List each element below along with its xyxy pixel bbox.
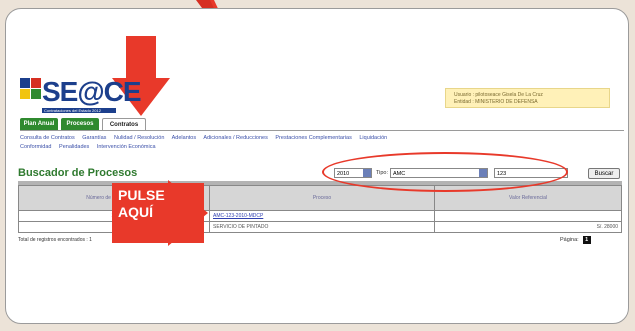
page-number[interactable]: 1: [582, 236, 591, 244]
process-link[interactable]: AMC-123-2010-MDCP: [209, 210, 435, 222]
annotation-oval: [322, 152, 568, 192]
callout-line-1: PULSE: [118, 187, 165, 203]
menu-conformidad[interactable]: Conformidad: [20, 144, 52, 150]
menu-adicionales[interactable]: Adicionales / Reducciones: [203, 135, 268, 141]
table-row: 1x AMC-123-2010-MDCP: [18, 210, 622, 222]
callout-arrow-right: [168, 180, 208, 246]
menu-prestaciones[interactable]: Prestaciones Complementarias: [275, 135, 351, 141]
menu-garantias[interactable]: Garantías: [82, 135, 106, 141]
cell-valor: S/. 28000: [434, 221, 622, 233]
cell-valor: [434, 210, 622, 222]
menu-penalidades[interactable]: Penalidades: [59, 144, 89, 150]
menu-adelantos[interactable]: Adelantos: [172, 135, 196, 141]
entity-line: Entidad : MINISTERIO DE DEFENSA: [454, 99, 538, 105]
callout-text: PULSE AQUÍ: [118, 187, 165, 221]
logo-flag-icon: [20, 78, 41, 99]
submenu: Consulta de Contratos Garantías Nulidad …: [20, 134, 620, 152]
seace-logo: SE@CE Contrataciones del Estado 2012: [20, 76, 150, 116]
table-row: SERVICIO DE PINTADO S/. 28000: [18, 221, 622, 233]
total-records: Total de registros encontrados : 1: [18, 237, 92, 243]
menu-nulidad[interactable]: Nulidad / Resolución: [114, 135, 164, 141]
search-button[interactable]: Buscar: [588, 168, 620, 179]
callout-line-2: AQUÍ: [118, 204, 153, 220]
results-table: Número de Convocatoria Proceso Valor Ref…: [18, 185, 622, 233]
table-header-row: Número de Convocatoria Proceso Valor Ref…: [18, 185, 622, 211]
tab-contratos[interactable]: Contratos: [102, 118, 146, 130]
pagination: Página: 1: [560, 236, 591, 244]
page-label: Página:: [560, 237, 579, 243]
menu-liquidacion[interactable]: Liquidación: [359, 135, 387, 141]
logo-text: SE@CE: [42, 76, 142, 107]
tab-procesos[interactable]: Procesos: [61, 118, 99, 130]
cell-proceso: SERVICIO DE PINTADO: [209, 221, 435, 233]
tab-divider: [20, 130, 624, 131]
menu-consulta-contratos[interactable]: Consulta de Contratos: [20, 135, 75, 141]
user-line: Usuario : pilotoseace Gisela De La Cruz: [454, 92, 543, 98]
menu-intervencion[interactable]: Intervención Económica: [97, 144, 156, 150]
page-title: Buscador de Procesos: [18, 167, 138, 179]
user-info-box: Usuario : pilotoseace Gisela De La Cruz …: [445, 88, 610, 108]
tab-plan-anual[interactable]: Plan Anual: [20, 118, 58, 130]
logo-tagline: Contrataciones del Estado 2012: [42, 108, 116, 113]
